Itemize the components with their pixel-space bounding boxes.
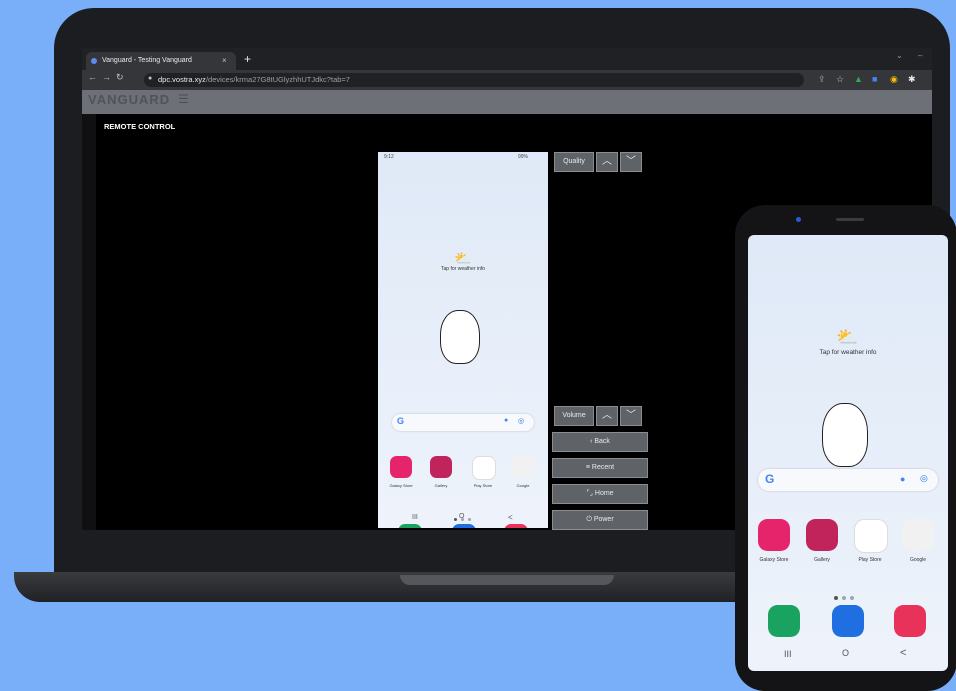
lock-icon[interactable]: ● [148, 75, 152, 82]
app-label: Gallery [814, 557, 830, 563]
puzzle-extensions-icon[interactable]: ✱ [908, 74, 916, 85]
back-button[interactable]: ‹ Back [552, 432, 648, 452]
mic-icon[interactable]: ● [504, 417, 508, 424]
home-button[interactable]: ⌜⌟ Home [552, 484, 648, 504]
tab-title: Vanguard - Testing Vanguard [102, 57, 192, 64]
share-icon[interactable]: ⇪ [818, 74, 826, 85]
power-label: Power [593, 516, 614, 523]
weather-icon: ⛅ [454, 250, 472, 266]
brand-logo[interactable]: VANGUARD [88, 92, 170, 107]
app-label: Play Store [473, 483, 493, 488]
drive-extension-icon[interactable]: ▲ [854, 74, 863, 84]
weather-icon: ⛅ [836, 327, 859, 347]
weather-text[interactable]: Tap for weather info [748, 349, 948, 356]
google-folder-icon[interactable] [512, 456, 534, 478]
gallery-icon[interactable] [430, 456, 452, 478]
play-store-icon[interactable] [472, 456, 496, 480]
home-bracket-icon: ⌜⌟ [586, 490, 595, 497]
quality-up-button[interactable]: ︿ [596, 152, 618, 172]
app-label: Galaxy Store [759, 557, 789, 563]
app-label: Gallery [434, 483, 448, 488]
camera-app-icon[interactable] [504, 524, 528, 528]
app-label: Google [909, 557, 927, 563]
status-battery: 99% [518, 154, 529, 160]
bear-sticker [822, 403, 868, 467]
url-path: /devices/krma27G8tUGlyzhhUTJdkc?tab=7 [205, 75, 350, 84]
phone-app-icon[interactable] [768, 605, 800, 637]
app-label: Galaxy Store [389, 483, 413, 488]
lens-icon[interactable]: ◎ [920, 473, 928, 484]
google-folder-icon[interactable] [902, 519, 934, 551]
status-time: 9:12 [384, 154, 394, 160]
google-g-icon: G [765, 472, 775, 486]
remote-screen[interactable]: 9:12 99% ⛅ Tap for weather info G ● ◎ Ga… [378, 152, 548, 528]
extension-icon[interactable]: ■ [872, 74, 877, 84]
page-indicator [832, 587, 856, 605]
hamburger-menu-icon[interactable]: ☰ [178, 92, 189, 106]
page-header [82, 90, 932, 114]
volume-up-button[interactable]: ︿ [596, 406, 618, 426]
url-host: dpc.vostra.xyz [158, 75, 206, 84]
mirror-home-icon[interactable]: O [459, 513, 464, 520]
play-store-icon[interactable] [854, 519, 888, 553]
back-label: Back [594, 438, 610, 445]
mirror-recents-icon[interactable]: III [412, 514, 418, 521]
phone-screen[interactable]: ⛅ Tap for weather info G ● ◎ Galaxy Stor… [748, 235, 948, 671]
new-tab-button[interactable]: + [244, 52, 251, 66]
camera-app-icon[interactable] [894, 605, 926, 637]
search-widget[interactable]: G ● ◎ [392, 414, 534, 431]
recent-button[interactable]: ≡ Recent [552, 458, 648, 478]
recents-icon[interactable]: III [784, 649, 792, 659]
tab-search-icon[interactable]: ⌄ [896, 51, 903, 60]
nav-back-icon[interactable]: < [900, 647, 906, 659]
back-arrow-icon[interactable]: ← [88, 72, 97, 82]
page-title: REMOTE CONTROL [104, 122, 176, 131]
search-widget[interactable]: G ● ◎ [758, 469, 938, 491]
galaxy-store-icon[interactable] [390, 456, 412, 478]
browser-tab[interactable]: Vanguard - Testing Vanguard × [86, 52, 236, 70]
google-g-icon: G [397, 416, 405, 426]
galaxy-store-icon[interactable] [758, 519, 790, 551]
home-icon[interactable]: O [842, 648, 849, 658]
minimize-icon[interactable]: – [918, 51, 922, 60]
volume-down-button[interactable]: ﹀ [620, 406, 642, 426]
bookmark-star-icon[interactable]: ☆ [836, 74, 844, 85]
weather-text[interactable]: Tap for weather info [378, 266, 548, 272]
chrome-extension-icon[interactable]: ◉ [890, 74, 898, 85]
volume-label: Volume [554, 406, 594, 426]
url-text[interactable]: dpc.vostra.xyz/devices/krma27G8tUGlyzhhU… [158, 74, 350, 86]
home-label: Home [594, 490, 614, 497]
tab-favicon-icon [91, 58, 97, 64]
messages-app-icon[interactable] [452, 524, 476, 528]
gallery-icon[interactable] [806, 519, 838, 551]
tab-close-icon[interactable]: × [222, 52, 227, 70]
reload-icon[interactable]: ↻ [116, 72, 124, 83]
forward-arrow-icon[interactable]: → [102, 72, 111, 82]
messages-app-icon[interactable] [832, 605, 864, 637]
front-camera [796, 217, 801, 222]
quality-label: Quality [554, 152, 594, 172]
earpiece [836, 218, 864, 221]
recent-label: Recent [591, 464, 615, 471]
app-label: Google [516, 483, 530, 488]
power-button[interactable]: ⏻ Power [552, 510, 648, 530]
laptop-hinge [400, 575, 614, 585]
mic-icon[interactable]: ● [900, 474, 905, 484]
mirror-back-icon[interactable]: < [508, 513, 513, 522]
phone-app-icon[interactable] [398, 524, 422, 528]
lens-icon[interactable]: ◎ [518, 417, 524, 425]
quality-down-button[interactable]: ﹀ [620, 152, 642, 172]
sidebar [82, 114, 96, 530]
app-label: Play Store [858, 557, 882, 563]
power-icon: ⏻ [586, 516, 594, 523]
bear-sticker [440, 310, 480, 364]
